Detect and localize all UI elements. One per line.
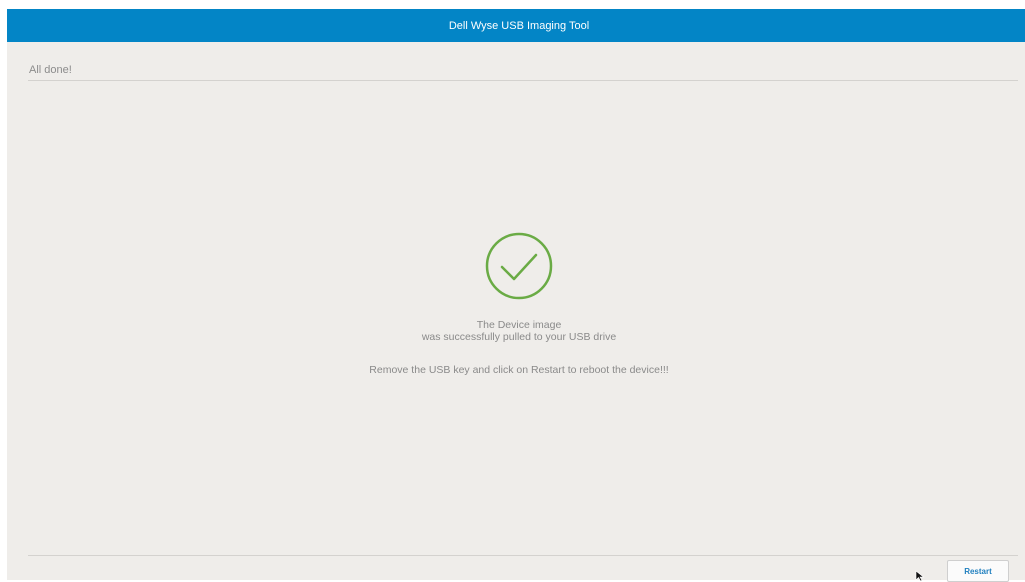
status-heading: All done! [29, 64, 72, 76]
footer-divider [28, 555, 1018, 556]
mouse-cursor-icon [915, 570, 925, 582]
title-bar: Dell Wyse USB Imaging Tool [7, 9, 1025, 42]
instruction-message: Remove the USB key and click on Restart … [369, 364, 669, 376]
success-message-line1: The Device image [476, 319, 562, 331]
restart-button[interactable]: Restart [947, 560, 1009, 582]
app-window: Dell Wyse USB Imaging Tool All done! The… [7, 9, 1025, 582]
check-circle-icon [485, 232, 553, 300]
window-title: Dell Wyse USB Imaging Tool [448, 19, 590, 32]
success-message-line2: was successfully pulled to your USB driv… [421, 331, 617, 343]
header-divider [28, 80, 1018, 81]
